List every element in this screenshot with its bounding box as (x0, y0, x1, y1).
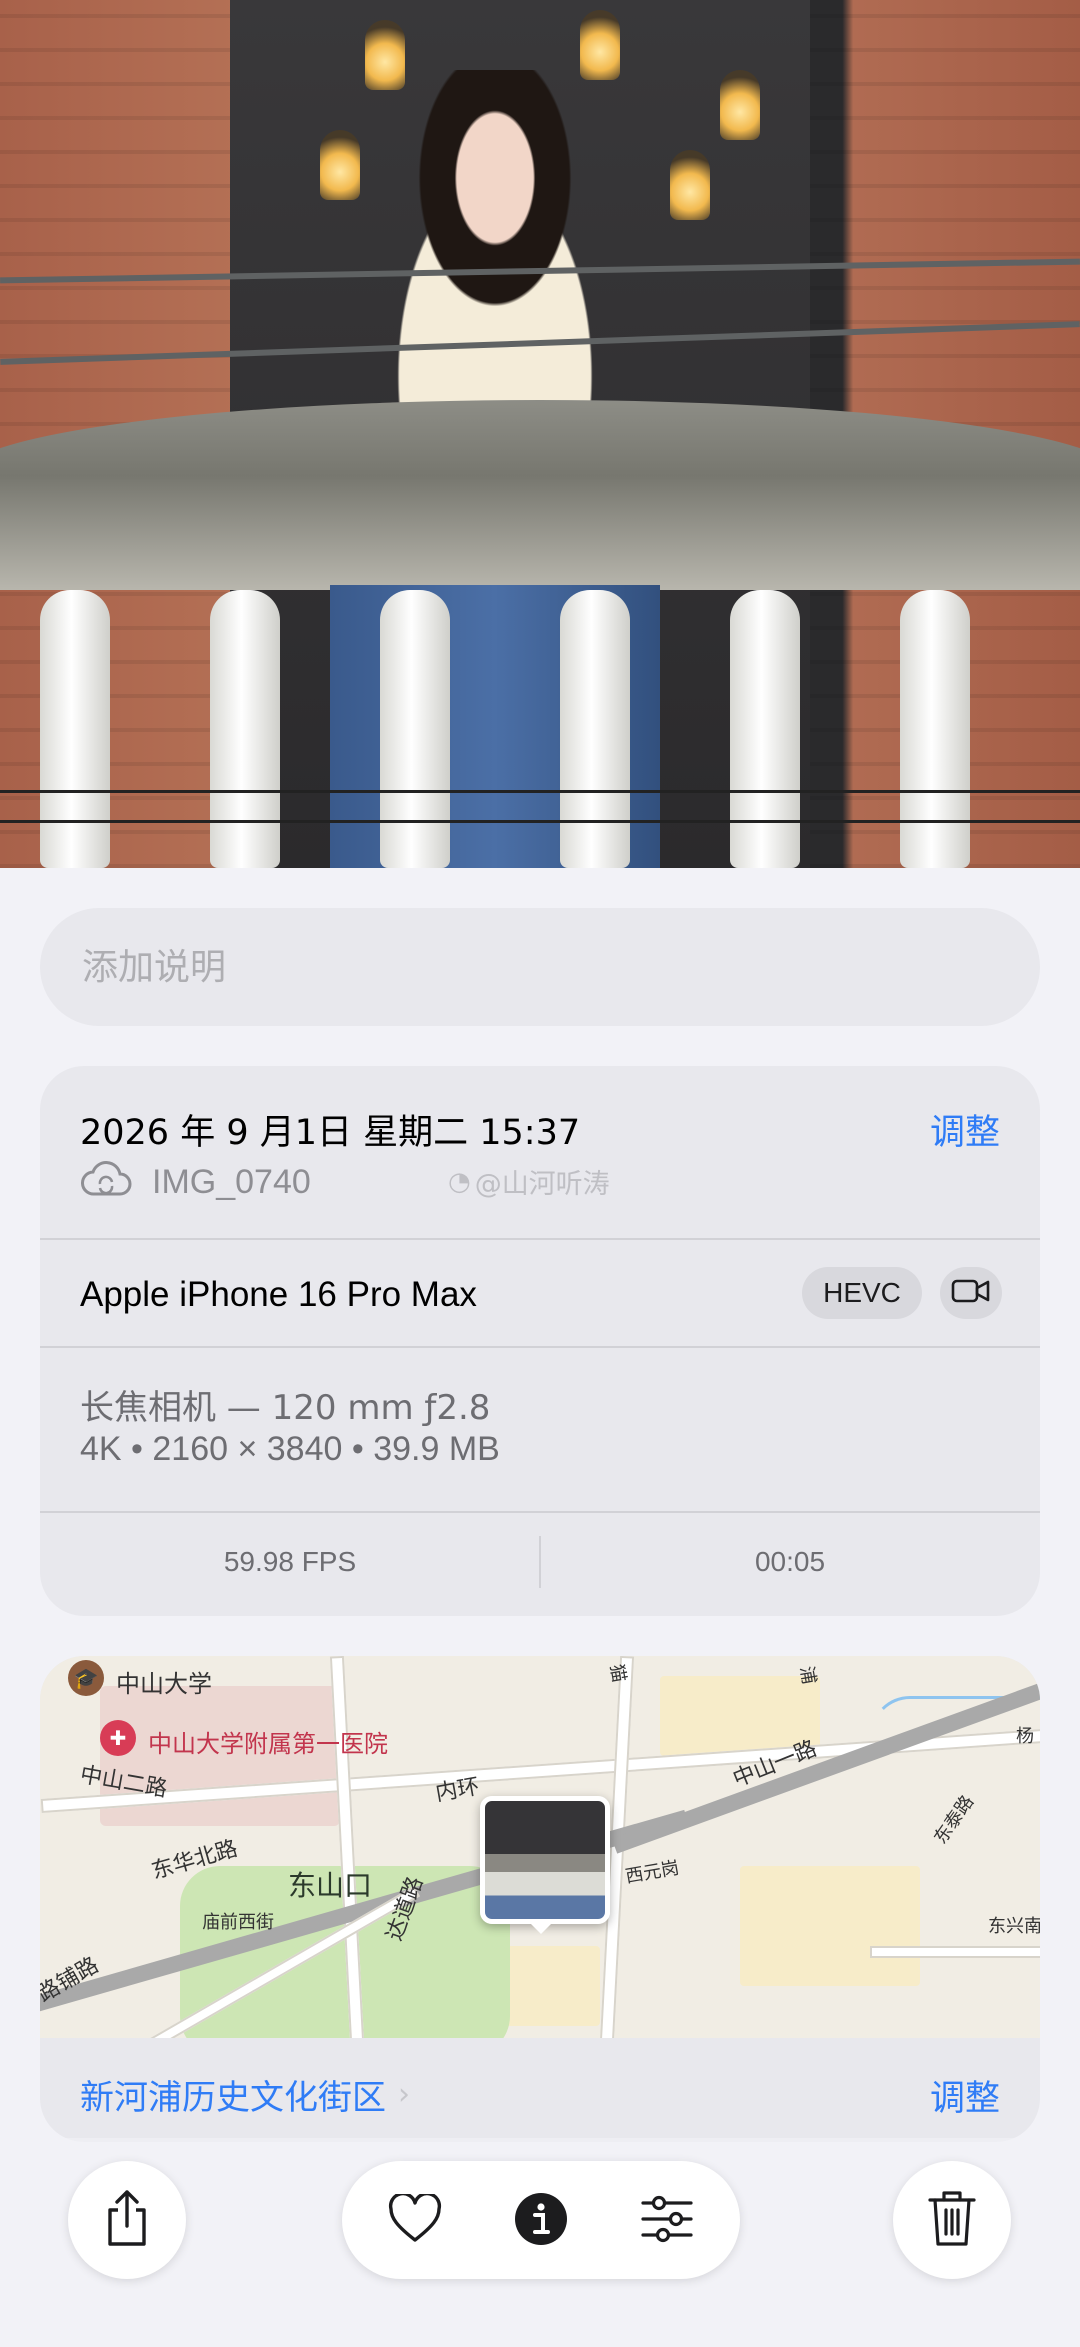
divider (40, 1346, 1040, 1348)
weibo-watermark: ◔ @山河听涛 (448, 1162, 610, 1201)
action-pill (342, 2161, 740, 2279)
adjust-datetime-button[interactable]: 调整 (930, 1104, 1000, 1155)
photo-location-pin-tail (527, 1920, 555, 1934)
share-button[interactable] (68, 2161, 186, 2279)
file-name: IMG_0740 (152, 1163, 311, 1201)
info-icon (513, 2191, 569, 2252)
edit-adjust-button[interactable] (632, 2186, 702, 2256)
photo-info-card: 2026 年 9 月1日 星期二 15:37 调整 IMG_0740 ◔ @山河… (40, 1066, 1040, 1616)
caption-field-container (40, 908, 1040, 1026)
adjust-location-button[interactable]: 调整 (930, 2070, 1000, 2121)
watermark-text: @山河听涛 (474, 1169, 610, 1200)
weibo-logo-icon: ◔ (448, 1166, 471, 1197)
photo-baluster (210, 590, 280, 868)
map-label-dongshankou: 东山口 (288, 1869, 373, 1902)
capture-datetime: 2026 年 9 月1日 星期二 15:37 (80, 1113, 581, 1153)
hospital-icon: ✚ (100, 1720, 136, 1756)
map-label-zsdx: 中山大学 (116, 1670, 212, 1698)
map-label-temple: 庙前西街 (202, 1912, 274, 1933)
file-row: IMG_0740 (80, 1160, 311, 1205)
location-card: 🎓 中山大学 ✚ 中山大学附属第一医院 中山二路 中山一路 东华北路 内环 东山… (40, 1656, 1040, 2142)
photo-wire (0, 820, 1080, 823)
photo-lamp (670, 150, 710, 220)
photo-wire (0, 790, 1080, 793)
heart-icon (387, 2191, 443, 2249)
photo-baluster (730, 590, 800, 868)
university-icon: 🎓 (68, 1660, 104, 1696)
frame-rate: 59.98 FPS (223, 1546, 357, 1577)
sliders-icon (639, 2194, 695, 2249)
photo-baluster (40, 590, 110, 868)
photo-lamp (720, 70, 760, 140)
divider (40, 1238, 1040, 1240)
photo-balcony-ledge (0, 400, 1080, 590)
photo-viewer[interactable] (0, 0, 1080, 868)
codec-badge: HEVC (802, 1267, 922, 1319)
map-label-dongxing: 东兴南 (988, 1916, 1040, 1937)
chevron-right-icon: › (398, 2077, 410, 2112)
icloud-sync-icon (80, 1160, 132, 1205)
map-label-xiyuan: 西元岗 (623, 1857, 681, 1888)
favorite-button[interactable] (380, 2186, 450, 2256)
video-camera-icon (951, 1277, 991, 1310)
location-map[interactable]: 🎓 中山大学 ✚ 中山大学附属第一医院 中山二路 中山一路 东华北路 内环 东山… (40, 1656, 1040, 2038)
photo-subject (345, 70, 645, 430)
photo-baluster (380, 590, 450, 868)
divider (40, 1511, 1040, 1513)
trash-icon (927, 2188, 977, 2253)
photo-baluster (900, 590, 970, 868)
map-road (870, 1946, 1040, 1958)
delete-button[interactable] (893, 2161, 1011, 2279)
info-button[interactable] (506, 2186, 576, 2256)
video-specs: 4K • 2160 × 3840 • 39.9 MB (80, 1430, 500, 1468)
video-format-badge (940, 1267, 1002, 1319)
share-icon (100, 2188, 154, 2253)
video-duration: 00:05 (754, 1546, 826, 1577)
camera-device: Apple iPhone 16 Pro Max (80, 1275, 477, 1314)
lens-info: 长焦相机 — 120 mm ƒ2.8 (80, 1388, 491, 1428)
map-label-yang: 杨 (1016, 1726, 1034, 1747)
map-label-neihuan: 内环 (433, 1774, 482, 1807)
photo-baluster (560, 590, 630, 868)
photo-location-pin[interactable] (480, 1796, 610, 1924)
location-name-link[interactable]: 新河浦历史文化街区 › (80, 2070, 410, 2119)
add-caption-input[interactable] (80, 945, 984, 989)
location-name: 新河浦历史文化街区 (80, 2078, 386, 2118)
map-label-hospital: 中山大学附属第一医院 (148, 1730, 388, 1758)
